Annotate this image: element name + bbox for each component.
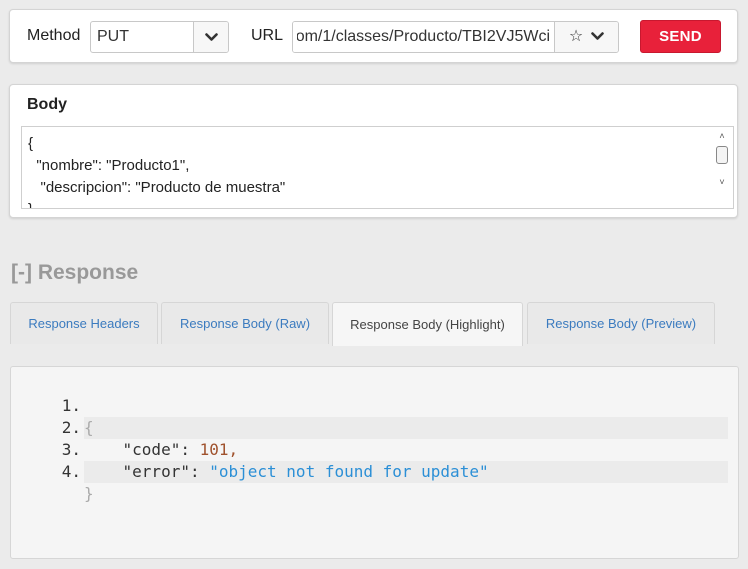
code-line: 2. "code": 101, bbox=[11, 395, 738, 459]
url-label: URL bbox=[251, 27, 284, 44]
method-select[interactable]: PUT bbox=[90, 21, 229, 53]
method-label: Method bbox=[27, 27, 81, 44]
star-icon[interactable]: ☆ bbox=[569, 29, 583, 45]
tab-response-body-preview[interactable]: Response Body (Preview) bbox=[527, 302, 715, 344]
request-bar: Method PUT URL ☆ SEND bbox=[9, 9, 738, 63]
method-value[interactable]: PUT bbox=[91, 22, 193, 52]
url-actions[interactable]: ☆ bbox=[554, 22, 618, 52]
body-text[interactable]: { "nombre": "Producto1", "descripcion": … bbox=[28, 133, 285, 208]
body-scrollbar[interactable]: ˄ ˅ bbox=[714, 131, 730, 187]
scroll-up-icon[interactable]: ˄ bbox=[714, 131, 730, 141]
code-line: 3. "error": "object not found for update… bbox=[11, 417, 738, 483]
scroll-down-icon[interactable]: ˅ bbox=[714, 177, 730, 187]
json-string: "object not found for update" bbox=[209, 462, 489, 481]
url-input[interactable] bbox=[293, 22, 554, 52]
tab-response-body-raw[interactable]: Response Body (Raw) bbox=[161, 302, 329, 344]
body-textarea[interactable]: { "nombre": "Producto1", "descripcion": … bbox=[21, 126, 734, 209]
response-body-viewer: 1. { 2. "code": 101, 3. "error": "object… bbox=[10, 366, 739, 559]
line-number: 4. bbox=[61, 462, 81, 481]
body-panel: Body { "nombre": "Producto1", "descripci… bbox=[9, 84, 738, 218]
chevron-down-icon[interactable] bbox=[591, 28, 604, 46]
code-line: 1. { bbox=[11, 373, 738, 439]
code-line: 4. } bbox=[11, 439, 738, 503]
url-field[interactable]: ☆ bbox=[292, 21, 619, 53]
code-content: } bbox=[84, 483, 728, 505]
body-title: Body bbox=[27, 96, 67, 113]
send-button[interactable]: SEND bbox=[640, 20, 721, 53]
json-colon: : bbox=[189, 462, 210, 481]
code-content: "error": "object not found for update" bbox=[84, 461, 728, 483]
response-heading[interactable]: [-] Response bbox=[11, 261, 138, 285]
scroll-thumb[interactable] bbox=[716, 146, 728, 164]
tab-response-body-highlight[interactable]: Response Body (Highlight) bbox=[332, 302, 523, 346]
json-key: "error" bbox=[122, 462, 190, 481]
chevron-down-icon[interactable] bbox=[193, 22, 228, 52]
close-brace: } bbox=[84, 484, 94, 503]
tab-response-headers[interactable]: Response Headers bbox=[10, 302, 158, 344]
